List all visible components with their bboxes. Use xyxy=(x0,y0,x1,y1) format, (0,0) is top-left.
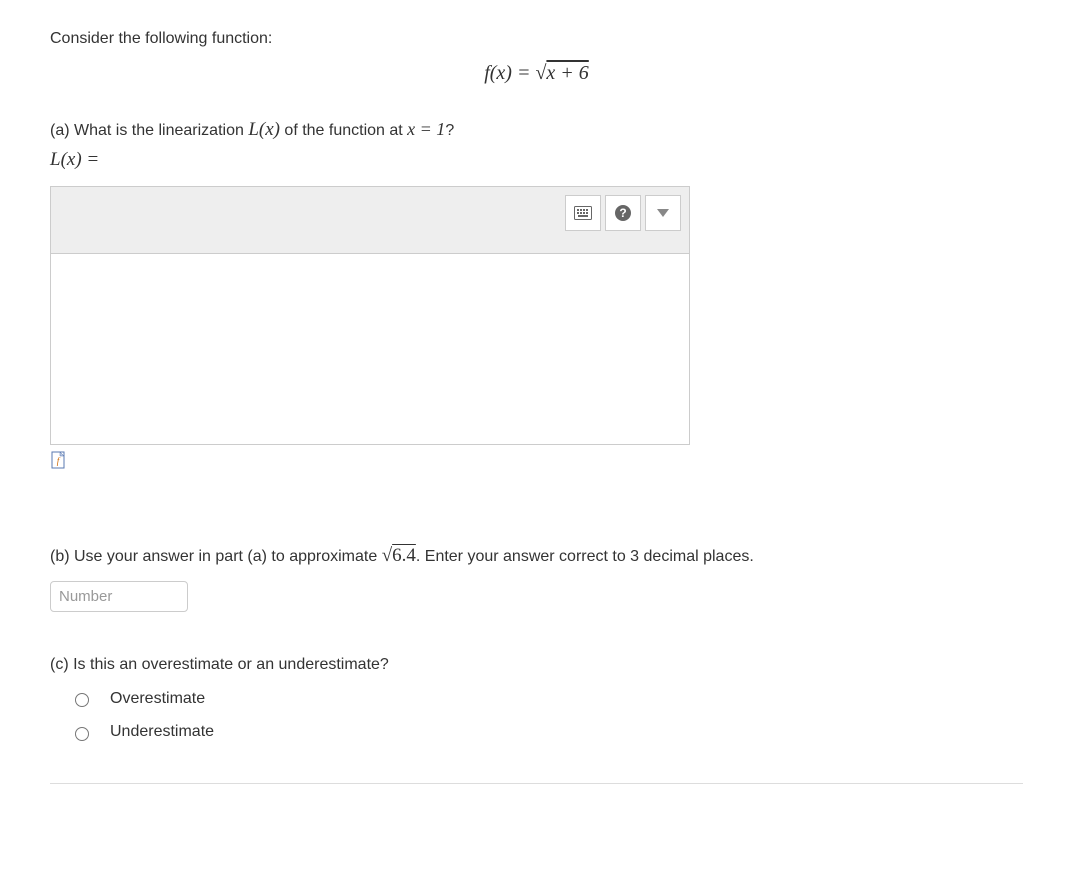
equation-editor: ? xyxy=(50,186,690,445)
underestimate-label: Underestimate xyxy=(110,719,214,745)
xeq-symbol: x = 1 xyxy=(407,119,445,139)
radio-row-overestimate[interactable]: Overestimate xyxy=(50,686,1023,712)
editor-toolbar: ? xyxy=(50,186,690,254)
overestimate-label: Overestimate xyxy=(110,686,205,712)
radio-row-underestimate[interactable]: Underestimate xyxy=(50,719,1023,745)
document-icon: f xyxy=(50,451,68,469)
editor-input-area[interactable] xyxy=(50,254,690,445)
footer-divider xyxy=(50,783,1023,784)
formula-radicand: x + 6 xyxy=(546,62,588,84)
part-b-prefix: (b) Use your answer in part (a) to appro… xyxy=(50,548,382,565)
help-icon: ? xyxy=(614,204,632,222)
function-formula: f(x) = √x + 6 xyxy=(50,62,1023,85)
sqrt-approx-value: 6.4 xyxy=(392,545,416,566)
svg-text:?: ? xyxy=(619,206,626,220)
keyboard-button[interactable] xyxy=(565,195,601,231)
keyboard-icon xyxy=(574,206,592,220)
formula-lhs: f(x) = xyxy=(484,62,535,84)
help-button[interactable]: ? xyxy=(605,195,641,231)
part-a-prefix: (a) What is the linearization xyxy=(50,122,248,139)
overestimate-radio[interactable] xyxy=(75,693,89,707)
part-a-question: (a) What is the linearization L(x) of th… xyxy=(50,115,1023,176)
approximation-input[interactable] xyxy=(50,581,188,612)
part-a-middle: of the function at xyxy=(280,122,407,139)
part-a-suffix: ? xyxy=(445,122,454,139)
part-c-question: (c) Is this an overestimate or an undere… xyxy=(50,652,1023,678)
Lx-symbol: L(x) xyxy=(248,119,280,140)
dropdown-button[interactable] xyxy=(645,195,681,231)
attachment-button[interactable]: f xyxy=(50,451,68,469)
part-b-suffix: . Enter your answer correct to 3 decimal… xyxy=(416,548,754,565)
chevron-down-icon xyxy=(657,209,669,217)
part-b-question: (b) Use your answer in part (a) to appro… xyxy=(50,541,1023,571)
Lx-equals: L(x) = xyxy=(50,149,99,170)
underestimate-radio[interactable] xyxy=(75,727,89,741)
intro-text: Consider the following function: xyxy=(50,30,1023,48)
